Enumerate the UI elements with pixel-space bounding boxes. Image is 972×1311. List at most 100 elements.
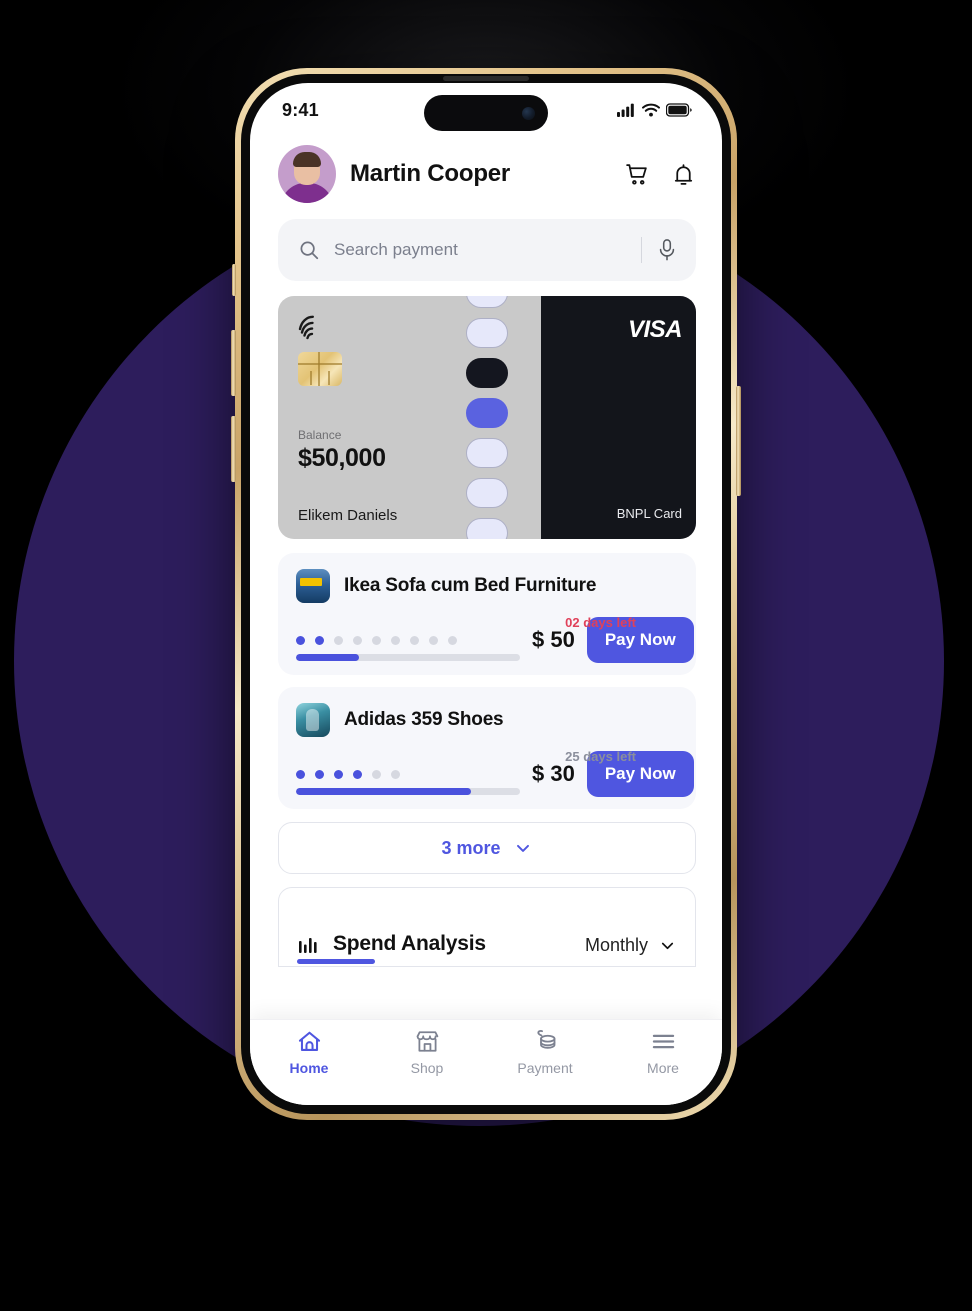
- dynamic-island: [424, 95, 548, 131]
- spend-analysis-card[interactable]: Spend Analysis Monthly: [278, 887, 696, 967]
- dot: [296, 770, 305, 779]
- dot: [315, 770, 324, 779]
- avatar-hair: [293, 152, 321, 167]
- phone-bezel: 9:41 Martin Cooper Search payment Balanc…: [241, 74, 731, 1114]
- payment-title: Adidas 359 Shoes: [344, 709, 504, 730]
- bar-chart-icon: [297, 932, 321, 956]
- payment-item[interactable]: Ikea Sofa cum Bed Furniture 02 days left: [278, 553, 696, 675]
- microphone-icon[interactable]: [656, 238, 678, 262]
- active-tab-underline: [297, 959, 375, 964]
- dot: [334, 770, 343, 779]
- payment-header: Ikea Sofa cum Bed Furniture: [296, 569, 678, 603]
- dot: [391, 770, 400, 779]
- dot: [391, 636, 400, 645]
- dot: [353, 636, 362, 645]
- status-bar: 9:41: [250, 83, 722, 137]
- installment-progress: [296, 636, 532, 661]
- period-label: Monthly: [584, 935, 648, 955]
- phone-device: 9:41 Martin Cooper Search payment Balanc…: [231, 68, 741, 1120]
- swatch-light[interactable]: [466, 518, 508, 539]
- payment-amount: $ 50: [532, 627, 575, 652]
- progress-fill: [296, 788, 471, 795]
- cellular-signal-icon: [617, 103, 636, 117]
- search-section: [250, 215, 722, 281]
- shop-icon: [414, 1028, 441, 1055]
- swatch-light[interactable]: [466, 478, 508, 508]
- swatch-light[interactable]: [466, 296, 508, 308]
- dot: [296, 636, 305, 645]
- days-left-badge: 25 days left: [565, 749, 636, 764]
- nav-label-more: More: [647, 1060, 679, 1076]
- swatch-dark[interactable]: [466, 358, 508, 388]
- nav-label-payment: Payment: [517, 1060, 573, 1076]
- progress-track: [296, 788, 520, 795]
- phone-screen: 9:41 Martin Cooper Search payment Balanc…: [250, 83, 722, 1105]
- payment-amount: $ 30: [532, 761, 575, 786]
- page-title: Martin Cooper: [350, 160, 511, 187]
- days-left-badge: 02 days left: [565, 615, 636, 630]
- chevron-down-icon: [658, 936, 677, 955]
- scene: 9:41 Martin Cooper Search payment Balanc…: [0, 0, 972, 1311]
- power-button[interactable]: [736, 386, 741, 496]
- dot: [410, 636, 419, 645]
- volume-down-button[interactable]: [231, 416, 236, 482]
- wifi-icon: [642, 103, 660, 117]
- dot: [429, 636, 438, 645]
- volume-up-button[interactable]: [231, 330, 236, 396]
- battery-icon: [666, 103, 692, 117]
- menu-icon: [650, 1028, 677, 1055]
- installment-dots: [296, 770, 520, 779]
- search-icon: [298, 239, 320, 261]
- show-more-label: 3 more: [441, 837, 501, 858]
- dot: [315, 636, 324, 645]
- search-bar[interactable]: [278, 219, 696, 281]
- visa-logo: VISA: [627, 316, 683, 343]
- chip-icon: [298, 352, 342, 386]
- period-selector[interactable]: Monthly: [585, 935, 677, 956]
- dot: [372, 770, 381, 779]
- progress-track: [296, 654, 520, 661]
- bell-icon[interactable]: [670, 160, 696, 188]
- card-back-strip: VISA BNPL Card: [541, 296, 696, 539]
- nav-item-home[interactable]: Home: [250, 1028, 368, 1076]
- search-input[interactable]: [334, 240, 627, 260]
- progress-fill: [296, 654, 359, 661]
- card-section: Balance $50,000 Elikem Daniels VISA BNPL…: [250, 281, 722, 539]
- dot: [353, 770, 362, 779]
- header-actions: [624, 160, 696, 188]
- payments-list: Ikea Sofa cum Bed Furniture 02 days left: [250, 539, 722, 809]
- card-type-label: BNPL Card: [616, 506, 682, 521]
- status-icons: [617, 103, 692, 117]
- front-camera-icon: [522, 106, 535, 120]
- payment-title: Ikea Sofa cum Bed Furniture: [344, 575, 597, 596]
- earpiece-speaker: [443, 76, 529, 81]
- nav-label-shop: Shop: [410, 1060, 444, 1076]
- avatar[interactable]: [278, 145, 336, 203]
- nav-item-shop[interactable]: Shop: [368, 1028, 486, 1076]
- spend-analysis-heading: Spend Analysis: [297, 932, 585, 964]
- nav-label-home: Home: [289, 1060, 329, 1076]
- payment-item[interactable]: Adidas 359 Shoes 25 days left $ 30 Pay N…: [278, 687, 696, 809]
- search-divider: [641, 237, 642, 263]
- spend-analysis-section: Spend Analysis Monthly: [250, 874, 722, 967]
- nav-item-payment[interactable]: Payment: [486, 1028, 604, 1076]
- dot: [372, 636, 381, 645]
- home-icon: [296, 1028, 323, 1055]
- cart-icon[interactable]: [624, 160, 650, 188]
- card-color-swatches[interactable]: [464, 296, 510, 539]
- mute-switch[interactable]: [232, 264, 236, 296]
- avatar-body: [281, 183, 333, 203]
- installment-dots: [296, 636, 520, 645]
- nav-item-more[interactable]: More: [604, 1028, 722, 1076]
- coins-icon: [532, 1028, 559, 1055]
- more-section: 3 more: [250, 809, 722, 874]
- chevron-down-icon: [513, 838, 533, 858]
- adidas-shoes-thumbnail: [296, 703, 330, 737]
- bottom-navigation: Home Shop Payment More: [250, 1019, 722, 1105]
- bank-card[interactable]: Balance $50,000 Elikem Daniels VISA BNPL…: [278, 296, 696, 539]
- swatch-blue[interactable]: [466, 398, 508, 428]
- show-more-button[interactable]: 3 more: [278, 822, 696, 874]
- swatch-light[interactable]: [466, 438, 508, 468]
- swatch-light[interactable]: [466, 318, 508, 348]
- installment-progress: [296, 770, 532, 795]
